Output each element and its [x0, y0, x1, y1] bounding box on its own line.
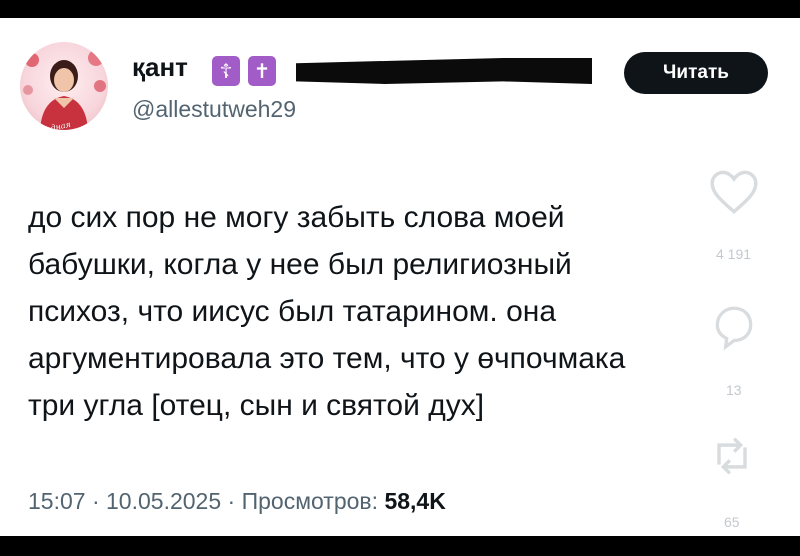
tweet-line: аргументировала это тем, что у өчпочмака	[28, 342, 626, 375]
avatar-image	[23, 50, 106, 130]
tweet-time[interactable]: 15:07	[28, 488, 86, 514]
latin-cross-icon: ✝	[248, 56, 276, 86]
top-black-bar	[0, 0, 800, 18]
tweet-line: до сих пор не могу забыть слова моей	[28, 201, 565, 234]
tweet-line: бабушки, когла у нее был религиозный	[28, 248, 572, 281]
username-handle[interactable]: @allestutweh29	[132, 96, 296, 123]
tweet-date[interactable]: 10.05.2025	[106, 488, 221, 514]
meta-separator: ·	[85, 488, 107, 514]
heart-icon[interactable]	[706, 168, 762, 216]
tweet-meta: 15:07 · 10.05.2025 · Просмотров: 58,4K	[28, 488, 446, 515]
views-label: Просмотров:	[241, 488, 379, 514]
avatar[interactable]: Холодная	[20, 42, 108, 130]
tweet-text: до сих пор не могу забыть слова моей баб…	[28, 194, 728, 429]
display-name[interactable]: қант	[132, 52, 188, 83]
reposts-count: 65	[724, 514, 740, 530]
views-count: 58,4K	[384, 488, 446, 514]
tweet-line: психоз, что иисус был татарином. она	[28, 295, 557, 328]
meta-separator: ·	[221, 488, 242, 514]
repost-icon[interactable]	[706, 430, 758, 482]
tweet-line: три угла [отец, сын и святой дух]	[28, 389, 485, 422]
bottom-black-bar	[0, 536, 800, 556]
likes-count: 4 191	[716, 246, 752, 262]
reply-icon[interactable]	[708, 302, 760, 352]
redaction-mark	[296, 58, 592, 84]
orthodox-cross-icon: ☦	[212, 56, 240, 86]
replies-count: 13	[726, 382, 742, 398]
follow-button[interactable]: Читать	[624, 52, 768, 94]
